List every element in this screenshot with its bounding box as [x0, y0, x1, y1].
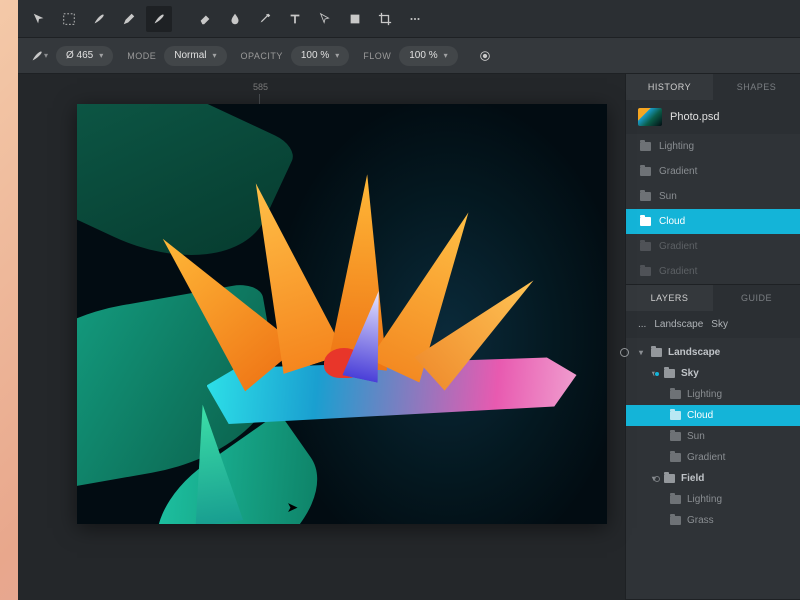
layer-tree: ▾Landscape ▾Sky Lighting Cloud Sun Gradi…: [626, 338, 800, 535]
folder-icon: [670, 390, 681, 399]
tab-shapes[interactable]: SHAPES: [713, 74, 800, 100]
opacity-control[interactable]: 100 %▾: [291, 46, 349, 66]
tab-guide[interactable]: GUIDE: [713, 285, 800, 311]
folder-icon: [640, 142, 651, 151]
folder-icon: [664, 369, 675, 378]
history-panel: HISTORY SHAPES Photo.psd Lighting Gradie…: [626, 74, 800, 285]
blur-tool-icon[interactable]: [222, 6, 248, 32]
folder-icon: [670, 411, 681, 420]
layer-item[interactable]: Lighting: [626, 384, 800, 405]
layer-breadcrumb[interactable]: ... Landscape Sky: [626, 311, 800, 338]
layers-panel: LAYERS GUIDE ... Landscape Sky ▾Landscap…: [626, 285, 800, 600]
tree-node-dot-icon: [654, 476, 660, 482]
app-window: ▾ Ø 465▾ MODE Normal▾ OPACITY 100 %▾ FLO…: [18, 0, 800, 600]
history-item[interactable]: Gradient: [626, 259, 800, 284]
layer-item[interactable]: Gradient: [626, 447, 800, 468]
history-item[interactable]: Gradient: [626, 234, 800, 259]
flow-value: 100 %: [409, 50, 437, 61]
tree-node-dot-icon: [654, 371, 660, 377]
folder-icon: [664, 474, 675, 483]
collapse-icon[interactable]: ▾: [637, 349, 645, 357]
folder-icon: [640, 242, 651, 251]
layer-item[interactable]: Sun: [626, 426, 800, 447]
visibility-icon[interactable]: [620, 348, 629, 357]
move-tool-icon[interactable]: [26, 6, 52, 32]
document-canvas[interactable]: ➤: [77, 104, 607, 524]
history-item[interactable]: Gradient: [626, 159, 800, 184]
brush-size-control[interactable]: Ø 465▾: [56, 46, 113, 66]
brush-size-value: Ø 465: [66, 50, 93, 61]
flow-control[interactable]: 100 %▾: [399, 46, 457, 66]
folder-icon: [670, 516, 681, 525]
folder-icon: [640, 267, 651, 276]
folder-icon: [670, 495, 681, 504]
mode-select[interactable]: Normal▾: [164, 46, 226, 66]
side-panels: HISTORY SHAPES Photo.psd Lighting Gradie…: [625, 74, 800, 600]
layer-group-landscape[interactable]: ▾Landscape: [626, 342, 800, 363]
mode-value: Normal: [174, 50, 206, 61]
eyedropper-tool-icon[interactable]: [252, 6, 278, 32]
breadcrumb-root[interactable]: ...: [638, 319, 646, 330]
brush-tool-icon[interactable]: [86, 6, 112, 32]
layer-group-sky[interactable]: ▾Sky: [626, 363, 800, 384]
folder-icon: [640, 167, 651, 176]
folder-icon: [670, 432, 681, 441]
brush-preset-icon[interactable]: ▾: [26, 43, 52, 69]
layer-item[interactable]: Lighting: [626, 489, 800, 510]
history-item[interactable]: Sun: [626, 184, 800, 209]
ruler-mark: 585: [253, 82, 268, 92]
shape-tool-icon[interactable]: [342, 6, 368, 32]
folder-icon: [640, 217, 651, 226]
history-file-header[interactable]: Photo.psd: [626, 100, 800, 134]
breadcrumb-part[interactable]: Sky: [711, 319, 728, 330]
layer-item[interactable]: Grass: [626, 510, 800, 531]
work-area: 585 ➤ HISTORY SHAPES Photo.psd: [18, 74, 800, 600]
folder-icon: [651, 348, 662, 357]
mode-label: MODE: [127, 51, 156, 61]
airbrush-toggle-icon[interactable]: [472, 43, 498, 69]
pencil-tool-icon[interactable]: [116, 6, 142, 32]
file-name: Photo.psd: [670, 111, 720, 123]
folder-icon: [670, 453, 681, 462]
history-list: Lighting Gradient Sun Cloud Gradient Gra…: [626, 134, 800, 284]
pointer-tool-icon[interactable]: [312, 6, 338, 32]
history-item-active[interactable]: Cloud: [626, 209, 800, 234]
cursor-icon: ➤: [287, 499, 299, 516]
folder-icon: [640, 192, 651, 201]
canvas-viewport[interactable]: 585 ➤: [18, 74, 625, 600]
history-item[interactable]: Lighting: [626, 134, 800, 159]
tab-history[interactable]: HISTORY: [626, 74, 713, 100]
layer-item-selected[interactable]: Cloud: [626, 405, 800, 426]
paint-tool-icon[interactable]: [146, 6, 172, 32]
main-toolbar: [18, 0, 800, 38]
history-tabs: HISTORY SHAPES: [626, 74, 800, 100]
crop-tool-icon[interactable]: [372, 6, 398, 32]
breadcrumb-part[interactable]: Landscape: [654, 319, 703, 330]
eraser-tool-icon[interactable]: [192, 6, 218, 32]
marquee-tool-icon[interactable]: [56, 6, 82, 32]
flow-label: FLOW: [363, 51, 391, 61]
tab-layers[interactable]: LAYERS: [626, 285, 713, 311]
file-thumbnail-icon: [638, 108, 662, 126]
text-tool-icon[interactable]: [282, 6, 308, 32]
opacity-label: OPACITY: [241, 51, 283, 61]
more-tools-icon[interactable]: [402, 6, 428, 32]
opacity-value: 100 %: [301, 50, 329, 61]
options-bar: ▾ Ø 465▾ MODE Normal▾ OPACITY 100 %▾ FLO…: [18, 38, 800, 74]
layers-tabs: LAYERS GUIDE: [626, 285, 800, 311]
layer-group-field[interactable]: ▾Field: [626, 468, 800, 489]
